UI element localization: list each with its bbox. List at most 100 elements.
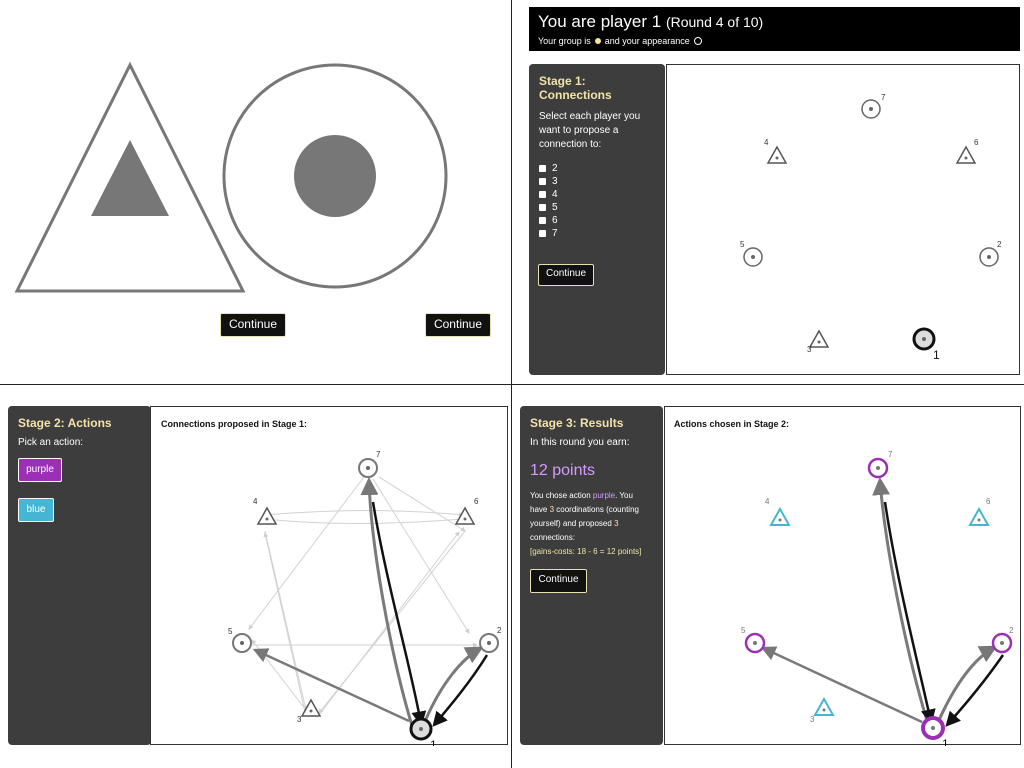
checkbox-row-3[interactable]: 3 (539, 175, 655, 188)
results-network-svg: 7 4 6 5 2 3 1 (741, 450, 1014, 751)
stage-title-line1: Stage 1: (539, 74, 586, 88)
checkbox-row-4[interactable]: 4 (539, 188, 655, 201)
connection-1-to-5 (252, 648, 410, 723)
player-node-7[interactable]: 7 (861, 93, 886, 119)
checkbox-row-7[interactable]: 7 (539, 227, 655, 240)
stage-2-subtitle: Pick an action: (18, 437, 84, 448)
header-bar: You are player 1 (Round 4 of 10) Your gr… (529, 7, 1020, 51)
stage2-player-node-5: 5 (228, 627, 252, 653)
player-label-4: 4 (764, 138, 769, 147)
connection-1-to-2 (424, 646, 484, 720)
purple-action-button[interactable]: purple (18, 458, 62, 482)
results-player-node-4: 4 (765, 497, 791, 526)
results-label-6: 6 (986, 497, 991, 506)
stage2-player-node-2: 2 (479, 626, 502, 653)
stage2-label-2: 2 (497, 626, 502, 635)
composite-screenshot: Continue Continue You are player 1 (Roun… (0, 0, 1024, 768)
player-node-5[interactable]: 5 (740, 240, 763, 267)
checkbox-label: 3 (552, 176, 558, 187)
stage-1-panel: Stage 1: Connections Select each player … (529, 64, 665, 375)
checkbox-icon[interactable] (539, 178, 546, 185)
checkbox-row-6[interactable]: 6 (539, 214, 655, 227)
circle-choice[interactable] (222, 63, 448, 289)
group-color-dot-icon (594, 38, 601, 44)
light-connections (248, 476, 478, 716)
player-node-4[interactable]: 4 (764, 138, 788, 164)
stage2-label-4: 4 (253, 497, 258, 506)
blue-action-button[interactable]: blue (18, 498, 54, 522)
results-player-node-2: 2 (991, 626, 1014, 654)
checkbox-row-2[interactable]: 2 (539, 162, 655, 175)
player-label-6: 6 (974, 138, 979, 147)
results-label-7: 7 (888, 450, 893, 459)
checkbox-label: 6 (552, 215, 558, 226)
stage2-label-7: 7 (376, 450, 381, 459)
continue-button-left[interactable]: Continue (220, 313, 286, 337)
result-connection-1-to-2 (937, 645, 998, 721)
result-connection-7-to-1 (883, 501, 936, 725)
player-label-2: 2 (997, 240, 1002, 249)
group-prefix: Your group is (538, 36, 591, 46)
stage-2-panel: Stage 2: Actions Pick an action: purple … (8, 406, 151, 745)
stage-instructions: Select each player you want to propose a… (539, 111, 641, 150)
checkbox-label: 4 (552, 189, 558, 200)
stage2-label-3: 3 (297, 715, 302, 724)
stage-3-continue-button[interactable]: Continue (530, 569, 587, 593)
stage-1-player-map: 7 4 6 5 2 3 1 (666, 64, 1020, 375)
checkbox-icon[interactable] (539, 191, 546, 198)
player-node-3[interactable]: 3 (807, 329, 830, 354)
stage-2-title: Stage 2: Actions (18, 416, 112, 430)
connection-7-to-1 (371, 501, 427, 727)
gains-costs: [gains-costs: 18 - 6 = 12 points] (530, 547, 642, 556)
stage2-label-1: 1 (430, 738, 437, 746)
bottom-right-quadrant: Stage 3: Results In this round you earn:… (512, 385, 1024, 768)
stage2-player-node-1-self: 1 (409, 717, 437, 752)
detail-part-1: You chose action (530, 491, 593, 500)
appearance-circle-icon (693, 37, 702, 45)
player-node-2[interactable]: 2 (979, 240, 1002, 267)
player-label-7: 7 (881, 93, 886, 102)
player-label-1: 1 (933, 348, 940, 362)
checkbox-list: 2 3 4 5 6 7 (539, 162, 655, 240)
continue-button-right[interactable]: Continue (425, 313, 491, 337)
results-player-node-7: 7 (867, 450, 893, 479)
connections-network-svg: 7 4 6 5 2 3 1 (228, 450, 502, 752)
detail-part-4: connections: (530, 533, 575, 542)
checkbox-label: 7 (552, 228, 558, 239)
stage2-label-5: 5 (228, 627, 233, 636)
stage-3-title: Stage 3: Results (530, 416, 624, 430)
player-node-6[interactable]: 6 (955, 138, 979, 164)
player-node-1-self: 1 (912, 327, 940, 362)
checkbox-label: 2 (552, 163, 558, 174)
stage2-player-node-7: 7 (358, 450, 381, 478)
results-label-3: 3 (810, 715, 815, 724)
results-label-1: 1 (942, 737, 949, 746)
title-prefix: You are player (538, 12, 652, 31)
player-map-svg: 7 4 6 5 2 3 1 (740, 93, 1002, 362)
checkbox-icon[interactable] (539, 217, 546, 224)
checkbox-icon[interactable] (539, 204, 546, 211)
checkbox-icon[interactable] (539, 165, 546, 172)
actions-title: Actions chosen in Stage 2: (674, 419, 790, 429)
results-label-5: 5 (741, 626, 746, 635)
checkbox-icon[interactable] (539, 230, 546, 237)
checkbox-row-5[interactable]: 5 (539, 201, 655, 214)
stage-3-panel: Stage 3: Results In this round you earn:… (520, 406, 663, 745)
connections-title: Connections proposed in Stage 1: (161, 419, 308, 429)
detail-action-purple: purple (592, 491, 616, 500)
stage-title-line2: Connections (539, 88, 612, 102)
stage-1-continue-button[interactable]: Continue (538, 264, 594, 286)
result-connection-1-to-5 (760, 646, 923, 724)
player-label-5: 5 (740, 240, 745, 249)
triangle-choice[interactable] (14, 61, 246, 293)
results-player-node-3: 3 (810, 696, 835, 724)
results-label-4: 4 (765, 497, 770, 506)
player-label-3: 3 (807, 345, 812, 354)
results-player-node-1-self: 1 (921, 716, 949, 751)
results-player-node-6: 6 (968, 497, 991, 526)
player-number: 1 (651, 12, 662, 31)
stage2-player-node-6: 6 (454, 497, 479, 525)
checkbox-label: 5 (552, 202, 558, 213)
stage2-player-node-4: 4 (253, 497, 278, 525)
detail-connections-count: 3 (614, 519, 619, 528)
